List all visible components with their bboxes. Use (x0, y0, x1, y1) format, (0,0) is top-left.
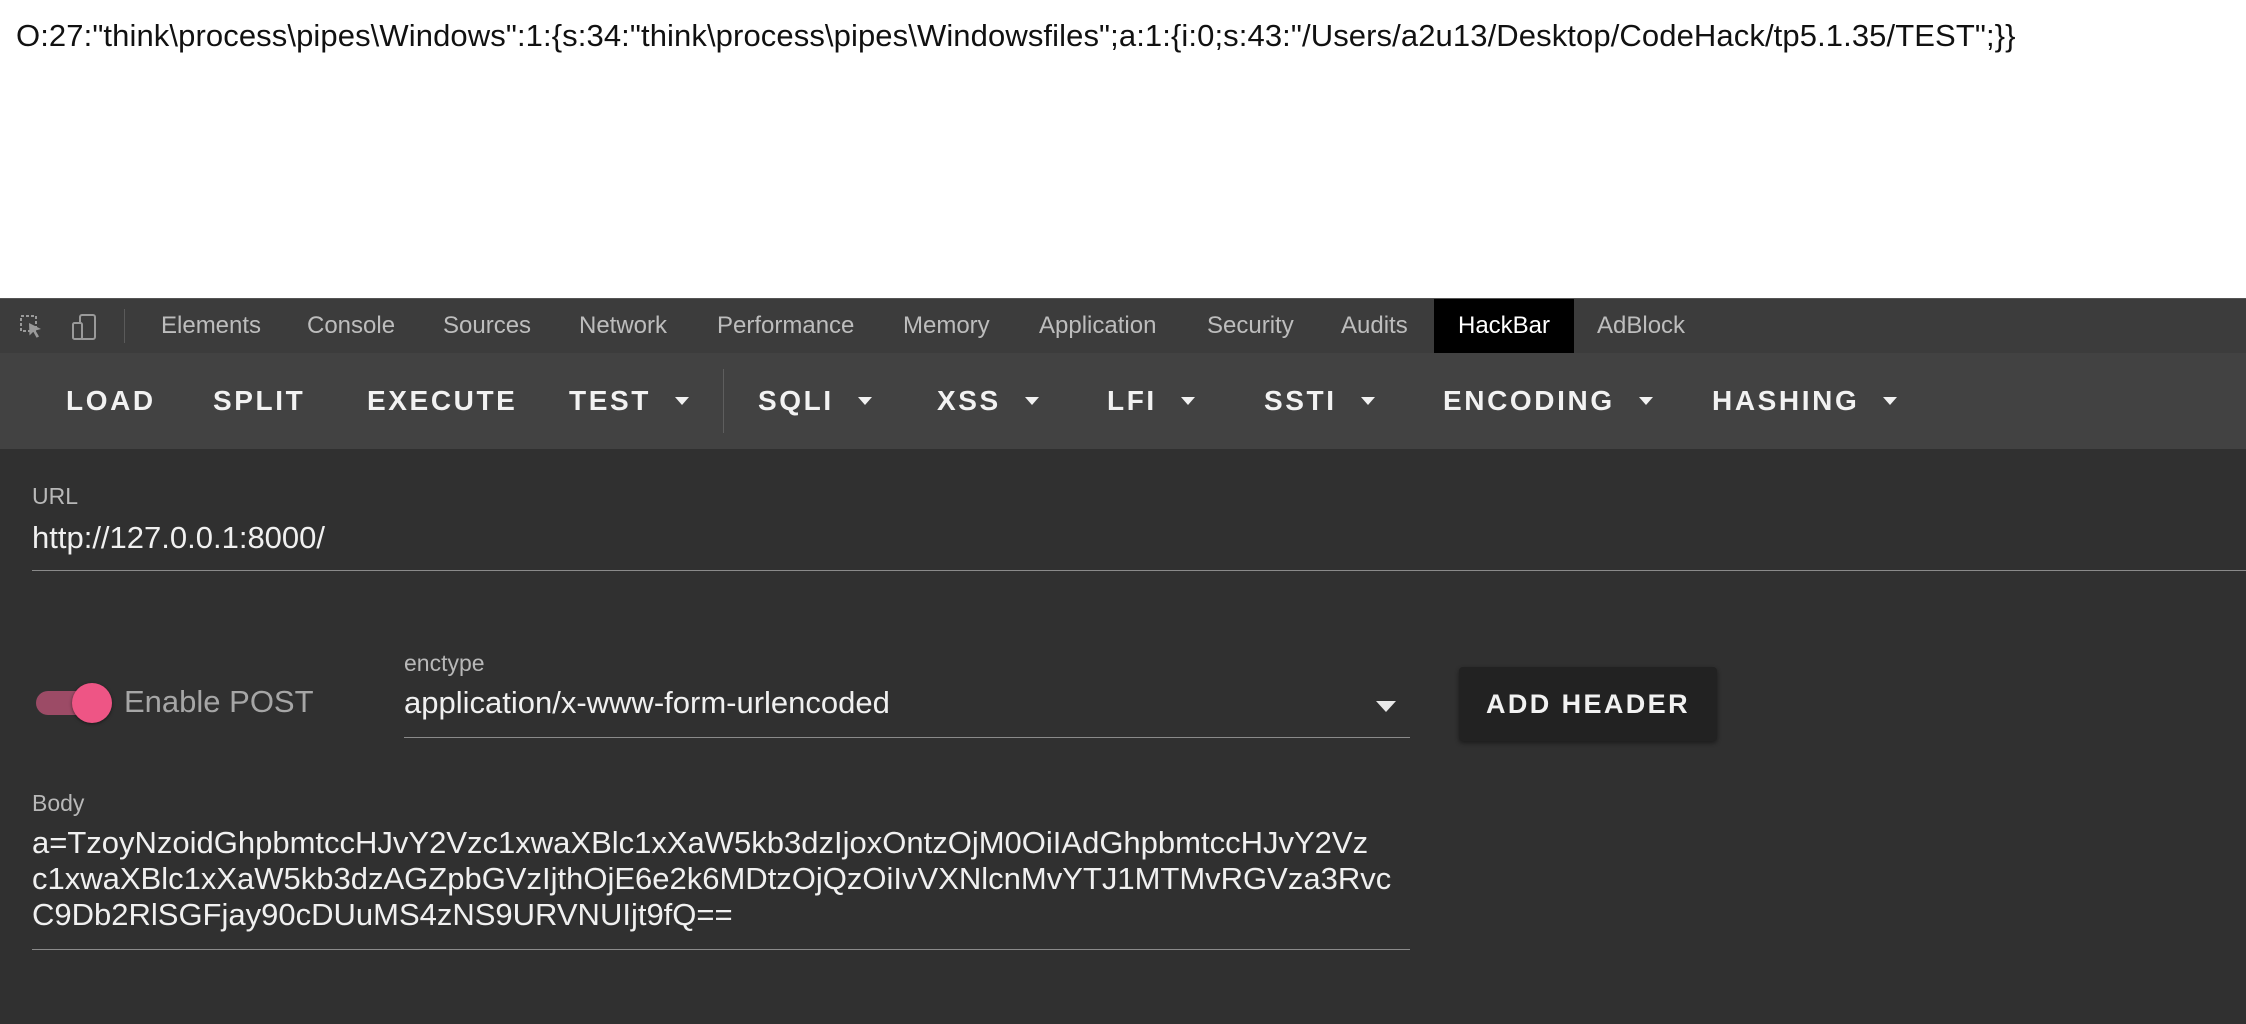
toolbar-divider (723, 369, 724, 433)
url-label: URL (32, 483, 79, 509)
lfi-menu-button[interactable]: LFI (1107, 353, 1195, 449)
load-button[interactable]: LOAD (66, 353, 156, 449)
body-textarea[interactable]: a=TzoyNzoidGhpbmtccHJvY2Vzc1xwaXBlc1xXaW… (32, 825, 1412, 933)
caret-down-icon (1638, 396, 1653, 405)
split-button[interactable]: SPLIT (213, 353, 305, 449)
sqli-menu-button[interactable]: SQLI (758, 353, 872, 449)
tab-sources[interactable]: Sources (420, 299, 554, 353)
toggle-thumb (72, 683, 112, 723)
caret-down-icon (857, 396, 872, 405)
devtools-tabbar: Elements Console Sources Network Perform… (0, 298, 2246, 353)
caret-down-icon (1024, 396, 1039, 405)
hackbar-panel: URL http://127.0.0.1:8000/ Enable POST e… (0, 449, 2246, 1024)
ssti-menu-button[interactable]: SSTI (1264, 353, 1375, 449)
caret-down-icon (1360, 396, 1375, 405)
tab-elements[interactable]: Elements (138, 299, 284, 353)
execute-button[interactable]: EXECUTE (367, 353, 517, 449)
serialized-output-text: O:27:"think\process\pipes\Windows":1:{s:… (16, 18, 2016, 53)
url-underline (32, 570, 2246, 571)
tab-audits[interactable]: Audits (1318, 299, 1431, 353)
enctype-label: enctype (404, 650, 485, 676)
caret-down-icon (1883, 396, 1898, 405)
url-input[interactable]: http://127.0.0.1:8000/ (32, 520, 325, 556)
test-menu-button[interactable]: TEST (569, 353, 689, 449)
caret-down-icon (1180, 396, 1195, 405)
xss-menu-button[interactable]: XSS (937, 353, 1039, 449)
hackbar-toolbar: LOAD SPLIT EXECUTE TEST SQLI XSS LFI SST… (0, 353, 2246, 449)
tab-application[interactable]: Application (1016, 299, 1179, 353)
device-toolbar-icon[interactable] (70, 312, 100, 342)
tab-hackbar[interactable]: HackBar (1434, 299, 1574, 353)
chevron-down-icon[interactable] (1376, 701, 1396, 712)
tab-adblock[interactable]: AdBlock (1574, 299, 1708, 353)
tab-network[interactable]: Network (556, 299, 690, 353)
toolbar-separator (124, 309, 125, 343)
enctype-select[interactable]: application/x-www-form-urlencoded (404, 685, 890, 721)
encoding-menu-button[interactable]: ENCODING (1443, 353, 1653, 449)
caret-down-icon (674, 396, 689, 405)
body-line: a=TzoyNzoidGhpbmtccHJvY2Vzc1xwaXBlc1xXaW… (32, 825, 1369, 860)
enctype-underline (404, 737, 1410, 738)
body-underline (32, 949, 1410, 950)
tab-console[interactable]: Console (284, 299, 418, 353)
enable-post-toggle[interactable] (34, 682, 114, 723)
hashing-menu-button[interactable]: HASHING (1712, 353, 1898, 449)
body-line: C9Db2RlSGFjay90cDUuMS4zNS9URVNUIjt9fQ== (32, 897, 733, 932)
body-line: c1xwaXBlc1xXaW5kb3dzAGZpbGVzIjthOjE6e2k6… (32, 861, 1392, 896)
page-output-area: O:27:"think\process\pipes\Windows":1:{s:… (0, 0, 2246, 298)
body-label: Body (32, 790, 85, 816)
tab-performance[interactable]: Performance (694, 299, 877, 353)
add-header-button[interactable]: ADD HEADER (1459, 667, 1717, 741)
inspect-element-icon[interactable] (17, 312, 47, 342)
tab-memory[interactable]: Memory (880, 299, 1013, 353)
enable-post-label: Enable POST (124, 684, 314, 719)
tab-security[interactable]: Security (1184, 299, 1317, 353)
